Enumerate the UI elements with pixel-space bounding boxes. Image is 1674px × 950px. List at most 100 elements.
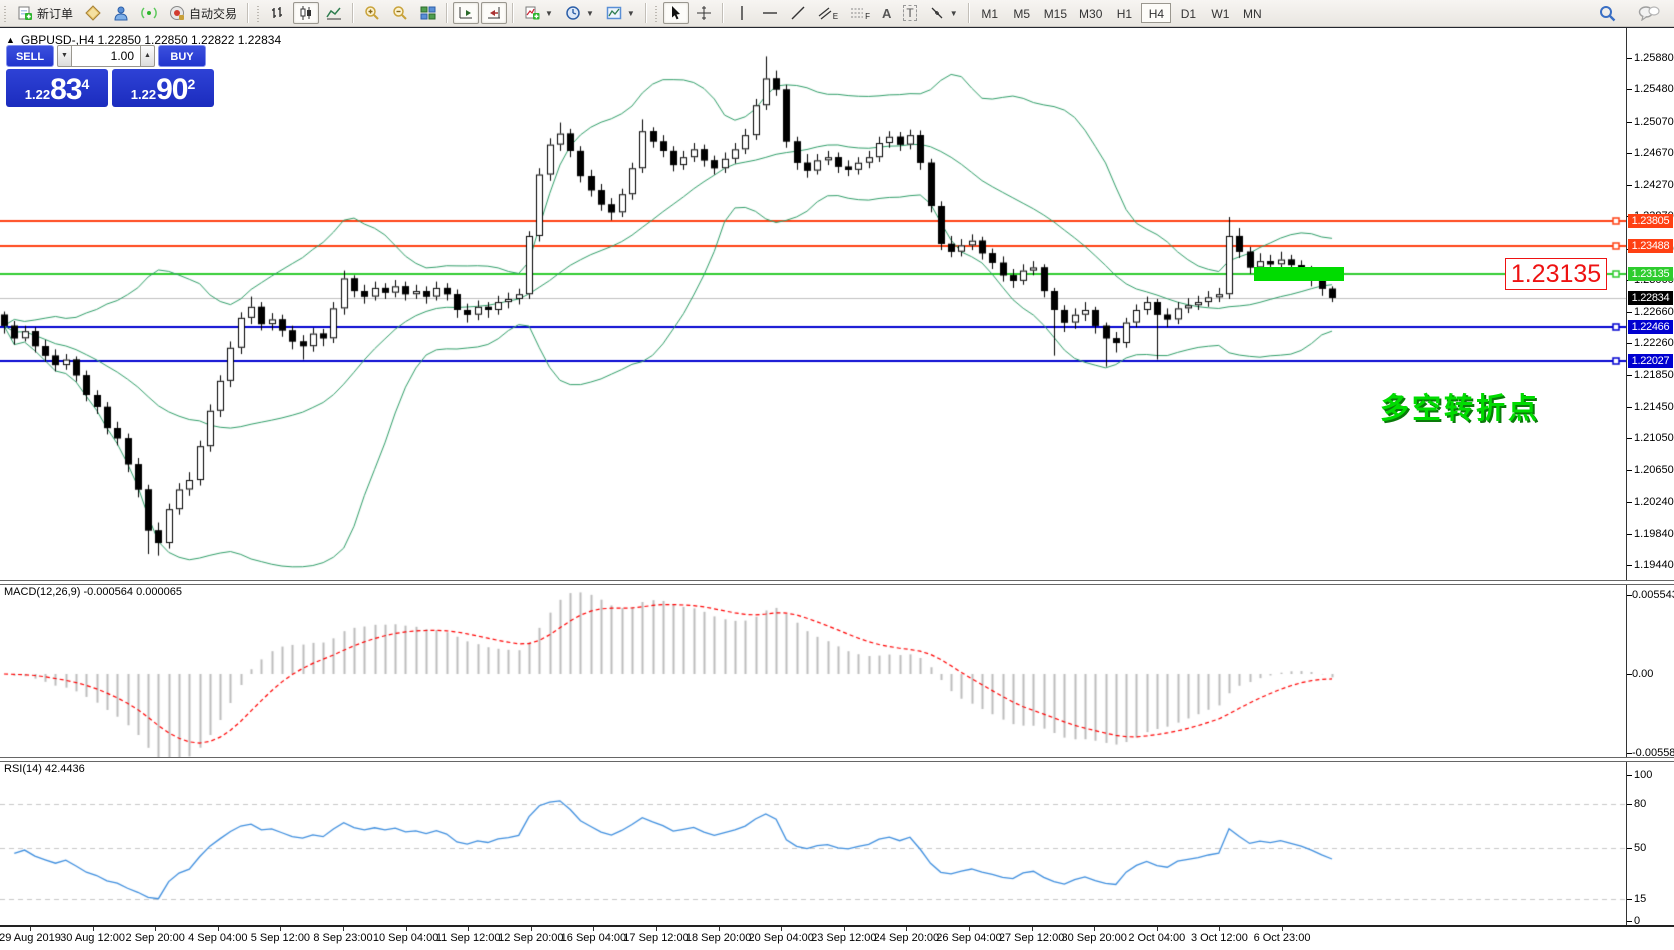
new-order-icon [17, 5, 33, 21]
rsi-tick-label: 80 [1634, 798, 1647, 811]
rsi-canvas[interactable] [0, 760, 1626, 925]
time-tick-mark [92, 927, 94, 931]
crosshair-button[interactable] [691, 2, 717, 24]
arrows-button[interactable]: ▼ [924, 2, 963, 24]
templates-button[interactable]: ▼ [601, 2, 640, 24]
toolbar-grip [3, 4, 8, 22]
volume-input[interactable] [72, 45, 140, 67]
new-order-button[interactable]: 新订单 [12, 2, 78, 24]
bar-chart-button[interactable] [265, 2, 291, 24]
rsi-pane [0, 760, 1626, 925]
toolbar-separator [446, 3, 449, 23]
rsi-tick-label: 15 [1634, 893, 1647, 906]
time-tick-label: 5 Sep 12:00 [250, 932, 311, 944]
toolbar-separator [644, 3, 647, 23]
zoom-out-button[interactable] [387, 2, 413, 24]
time-tick-mark [155, 927, 157, 931]
vertical-line-button[interactable] [729, 2, 755, 24]
text-icon: A [882, 5, 892, 21]
macd-canvas[interactable] [0, 583, 1626, 757]
chart-shift-button[interactable] [481, 2, 508, 24]
buy-button[interactable]: BUY [158, 45, 206, 67]
autotrading-button[interactable]: 自动交易 [164, 2, 242, 24]
trendline-button[interactable] [785, 2, 811, 24]
macd-tick-label: 0.00 [1632, 667, 1654, 680]
metaeditor-button[interactable] [80, 2, 106, 24]
pane-separator[interactable] [0, 757, 1674, 762]
text-label-button[interactable]: T [898, 2, 921, 24]
price-tick-mark [1627, 184, 1632, 186]
trendline-icon [790, 5, 806, 21]
timeframe-button-m5[interactable]: M5 [1007, 3, 1037, 23]
pane-separator[interactable] [0, 580, 1674, 585]
timeframe-button-mn[interactable]: MN [1237, 3, 1267, 23]
indicators-button[interactable]: ▼ [519, 2, 558, 24]
timeframe-button-d1[interactable]: D1 [1173, 3, 1203, 23]
sell-price-big: 83 [50, 73, 82, 106]
sell-price-box[interactable]: 1.22 83 4 [6, 69, 108, 107]
search-button[interactable] [1594, 2, 1621, 24]
macd-tick-label: 0.005543 [1632, 589, 1674, 602]
time-tick-mark [656, 927, 657, 931]
price-tick-label: 1.22660 [1634, 305, 1674, 318]
periods-button[interactable]: ▼ [560, 2, 599, 24]
time-tick-mark [1219, 927, 1221, 931]
horizontal-line-button[interactable] [757, 2, 783, 24]
cursor-button[interactable] [662, 2, 689, 24]
time-tick-mark [1282, 927, 1283, 931]
timeframe-button-h1[interactable]: H1 [1109, 3, 1139, 23]
fibonacci-icon [850, 6, 864, 20]
fibonacci-button[interactable]: F [845, 2, 875, 24]
buy-price-box[interactable]: 1.22 90 2 [112, 69, 214, 107]
buy-price-small: 1.22 [130, 87, 157, 102]
toolbar-separator [352, 3, 355, 23]
rsi-label: RSI(14) 42.4436 [4, 763, 85, 775]
volume-up-button[interactable]: ▲ [140, 45, 155, 67]
price-tick-mark [1627, 438, 1632, 440]
time-tick-mark [343, 927, 344, 931]
zoom-in-button[interactable] [359, 2, 385, 24]
zoom-in-icon [364, 5, 380, 21]
time-tick-label: 12 Sep 20:00 [498, 932, 564, 944]
equidistant-channel-button[interactable]: E [813, 2, 843, 24]
timeframe-button-m1[interactable]: M1 [975, 3, 1005, 23]
main-chart-canvas[interactable] [0, 28, 1626, 580]
auto-scroll-button[interactable] [453, 2, 480, 24]
search-icon [1599, 5, 1616, 22]
text-button[interactable]: A [877, 2, 896, 24]
time-tick-label: 20 Sep 04:00 [748, 932, 814, 944]
timeframe-button-m30[interactable]: M30 [1074, 3, 1107, 23]
highlight-zone-rect[interactable] [1254, 267, 1344, 282]
dropdown-caret-icon: ▼ [585, 8, 594, 18]
community-button[interactable] [108, 2, 134, 24]
price-callout-box[interactable]: 1.23135 [1505, 258, 1607, 291]
signals-button[interactable] [136, 2, 162, 24]
time-tick-mark [781, 927, 783, 931]
sell-button[interactable]: SELL [6, 45, 54, 67]
price-tick-mark [1627, 502, 1632, 504]
price-tick-label: 1.21850 [1634, 369, 1674, 382]
turning-point-annotation[interactable]: 多空转折点 [1380, 385, 1540, 427]
price-tick-label: 1.21450 [1634, 400, 1674, 413]
tile-windows-button[interactable] [415, 2, 441, 24]
bar-chart-icon [270, 5, 286, 21]
axis-border [1626, 28, 1627, 925]
volume-down-button[interactable]: ▼ [57, 45, 72, 67]
time-tick-mark [530, 927, 532, 931]
chart-shift-icon [486, 5, 502, 21]
hline-price-label: 1.22466 [1628, 319, 1673, 334]
price-tick-label: 1.20650 [1634, 463, 1674, 476]
timeframe-button-w1[interactable]: W1 [1205, 3, 1235, 23]
line-chart-button[interactable] [321, 2, 347, 24]
rsi-tick-mark [1627, 899, 1632, 901]
toolbar-separator [967, 3, 970, 23]
candlestick-chart-button[interactable] [293, 2, 320, 24]
time-tick-label: 17 Sep 12:00 [623, 932, 689, 944]
time-tick-mark [843, 927, 845, 931]
toolbar-grip [653, 4, 659, 22]
collapse-triangle-icon[interactable]: ▲ [6, 35, 15, 45]
timeframe-button-h4[interactable]: H4 [1141, 3, 1172, 23]
timeframe-button-m15[interactable]: M15 [1039, 3, 1072, 23]
chat-button[interactable] [1633, 2, 1665, 24]
signal-icon [141, 5, 157, 21]
